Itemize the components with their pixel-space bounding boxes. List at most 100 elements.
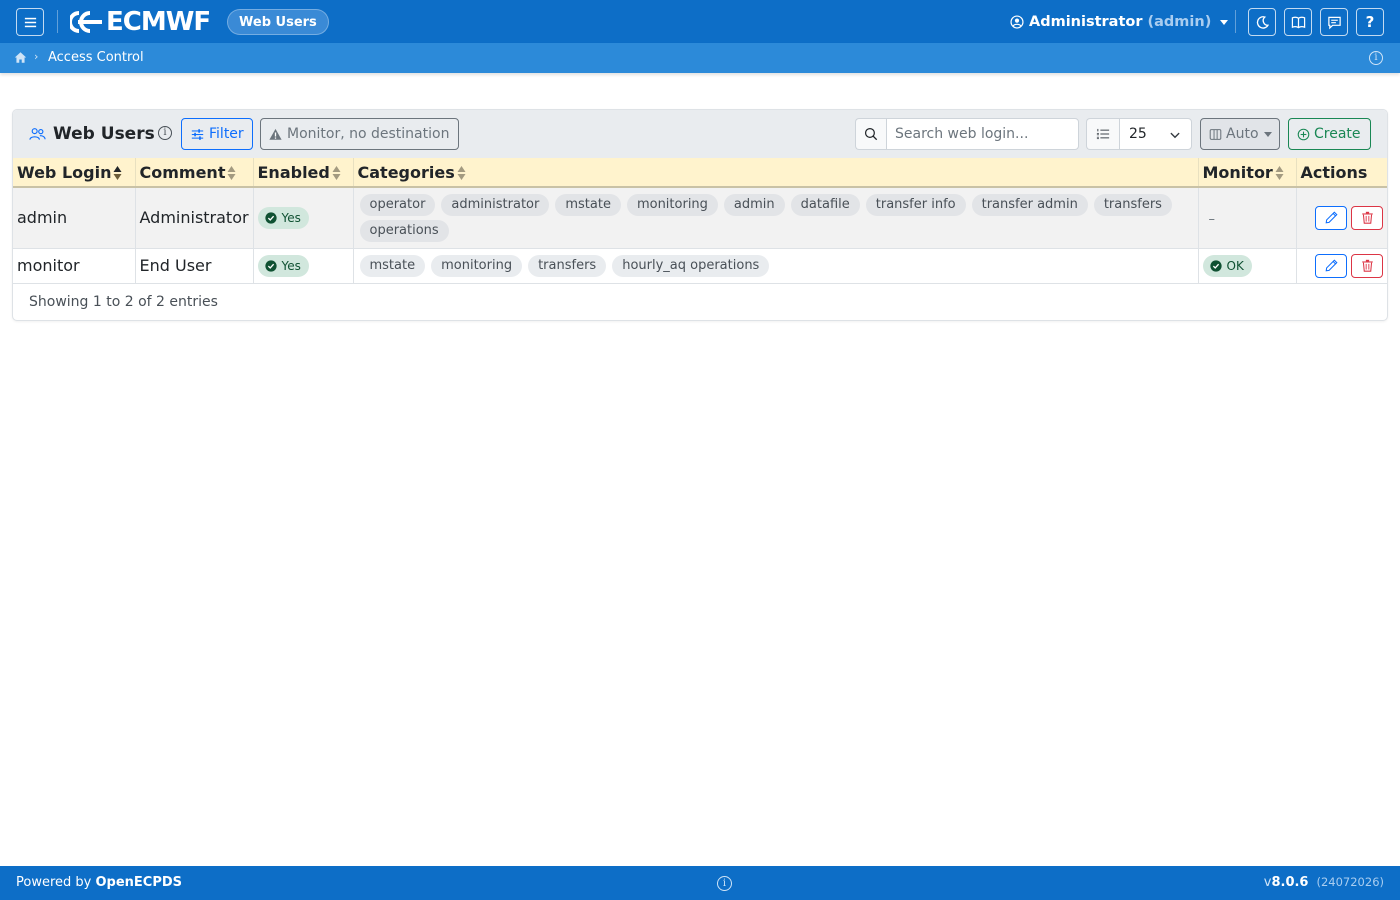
cell-actions [1296, 187, 1387, 249]
warning-triangle-icon [269, 128, 282, 140]
breadcrumb: › Access Control i [0, 43, 1400, 73]
monitor-filter-label: Monitor, no destination [287, 126, 450, 142]
powered-by-link[interactable]: OpenECPDS [96, 875, 183, 890]
table-row[interactable]: admin Administrator Yes operator adminis… [13, 187, 1387, 249]
cell-comment: Administrator [135, 187, 254, 249]
app-name-pill[interactable]: Web Users [227, 9, 329, 35]
page-length-value: 25 [1129, 126, 1147, 142]
column-header-categories[interactable]: Categories [353, 158, 1199, 188]
column-header-actions: Actions [1296, 158, 1387, 188]
column-header-monitor[interactable]: Monitor [1198, 158, 1297, 188]
column-header-web-login[interactable]: Web Login [13, 158, 136, 188]
page-length-group: 25 [1086, 118, 1192, 150]
sort-icon [1275, 166, 1284, 180]
check-circle-icon [1209, 259, 1222, 272]
feedback-button[interactable] [1320, 8, 1348, 36]
columns-toggle-button[interactable]: Auto [1200, 118, 1280, 150]
sort-icon [457, 166, 466, 180]
edit-button[interactable] [1315, 253, 1347, 278]
category-list: mstate monitoring transfers hourly_aq op… [358, 252, 1194, 280]
cell-categories: mstate monitoring transfers hourly_aq op… [353, 248, 1199, 284]
cell-monitor: – [1198, 187, 1297, 249]
version-number: 8.0.6 [1271, 875, 1309, 890]
cell-web-login: monitor [13, 248, 136, 284]
enabled-badge: Yes [257, 254, 309, 277]
powered-by: Powered by OpenECPDS [16, 875, 183, 890]
edit-button[interactable] [1315, 205, 1347, 230]
cell-enabled: Yes [253, 187, 354, 249]
user-menu-dropdown[interactable]: Administrator (admin) [1010, 12, 1229, 32]
create-label: Create [1314, 126, 1361, 142]
search-addon [855, 118, 886, 150]
category-tag: mstate [555, 193, 621, 216]
user-circle-icon [1010, 15, 1024, 29]
info-icon[interactable]: i [158, 126, 172, 140]
filter-button[interactable]: Filter [181, 118, 253, 150]
category-tag: monitoring [431, 254, 523, 277]
category-tag: transfers [1093, 193, 1172, 216]
chevron-down-icon [1263, 131, 1272, 137]
monitor-filter-button[interactable]: Monitor, no destination [260, 118, 459, 150]
search-icon [864, 127, 878, 141]
page-info-icon[interactable]: i [1369, 51, 1383, 65]
row-actions [1301, 253, 1383, 278]
category-tag: transfer info [865, 193, 966, 216]
monitor-empty: – [1208, 212, 1216, 228]
top-navbar: ECMWF Web Users Administrator (admin) ? [0, 0, 1400, 43]
enabled-badge: Yes [257, 206, 309, 229]
columns-icon [1209, 128, 1222, 140]
user-name: Administrator [1029, 14, 1143, 30]
menu-icon [24, 17, 36, 27]
category-tag: datafile [790, 193, 860, 216]
user-login: (admin) [1147, 14, 1212, 30]
dark-mode-button[interactable] [1248, 8, 1276, 36]
category-tag: operations [359, 219, 449, 242]
search-input[interactable] [886, 118, 1079, 150]
sort-icon [113, 166, 122, 180]
version-info: v 8.0.6 (24072026) [1263, 875, 1384, 890]
category-tag: transfers [528, 254, 607, 277]
sort-icon [227, 166, 236, 180]
filter-label: Filter [209, 126, 244, 142]
search-group [855, 118, 1079, 150]
cell-categories: operator administrator mstate monitoring… [353, 187, 1199, 249]
category-tag: operator [359, 193, 436, 216]
page-length-select[interactable]: 25 [1119, 118, 1192, 150]
check-circle-icon [264, 212, 277, 224]
category-tag: monitoring [626, 193, 718, 216]
card-header: Web Users i Filter Monitor, no destinati… [13, 110, 1387, 158]
menu-toggle-button[interactable] [16, 8, 44, 36]
navbar-divider [57, 10, 58, 33]
category-tag: mstate [359, 254, 426, 277]
breadcrumb-separator-icon: › [34, 50, 39, 63]
sort-icon [332, 166, 341, 180]
trash-icon [1361, 259, 1373, 272]
chat-icon [1327, 16, 1341, 29]
delete-button[interactable] [1351, 253, 1383, 278]
home-icon[interactable] [14, 51, 27, 64]
footer-info-icon[interactable]: i [717, 876, 732, 891]
documentation-button[interactable] [1284, 8, 1312, 36]
category-tag: admin [723, 193, 785, 216]
column-header-enabled[interactable]: Enabled [253, 158, 354, 188]
chevron-down-icon [1220, 19, 1229, 25]
columns-label: Auto [1226, 126, 1259, 142]
monitor-status-badge: OK [1202, 254, 1252, 277]
category-tag: transfer admin [971, 193, 1088, 216]
row-actions [1301, 205, 1383, 230]
create-button[interactable]: Create [1288, 118, 1371, 150]
navbar-divider [1235, 10, 1236, 33]
check-circle-icon [264, 259, 277, 272]
web-users-table: Web Login Comment Enabled Categories Mon… [13, 158, 1387, 284]
table-row[interactable]: monitor End User Yes mstate monitoring t… [13, 248, 1387, 284]
column-header-comment[interactable]: Comment [135, 158, 254, 188]
cell-comment: End User [135, 248, 254, 284]
pencil-icon [1325, 211, 1338, 224]
cell-enabled: Yes [253, 248, 354, 284]
delete-button[interactable] [1351, 205, 1383, 230]
chevron-down-icon [1170, 132, 1180, 139]
category-list: operator administrator mstate monitoring… [358, 191, 1194, 245]
help-button[interactable]: ? [1356, 8, 1384, 36]
brand-logo[interactable]: ECMWF [70, 7, 211, 37]
pencil-icon [1325, 259, 1338, 272]
